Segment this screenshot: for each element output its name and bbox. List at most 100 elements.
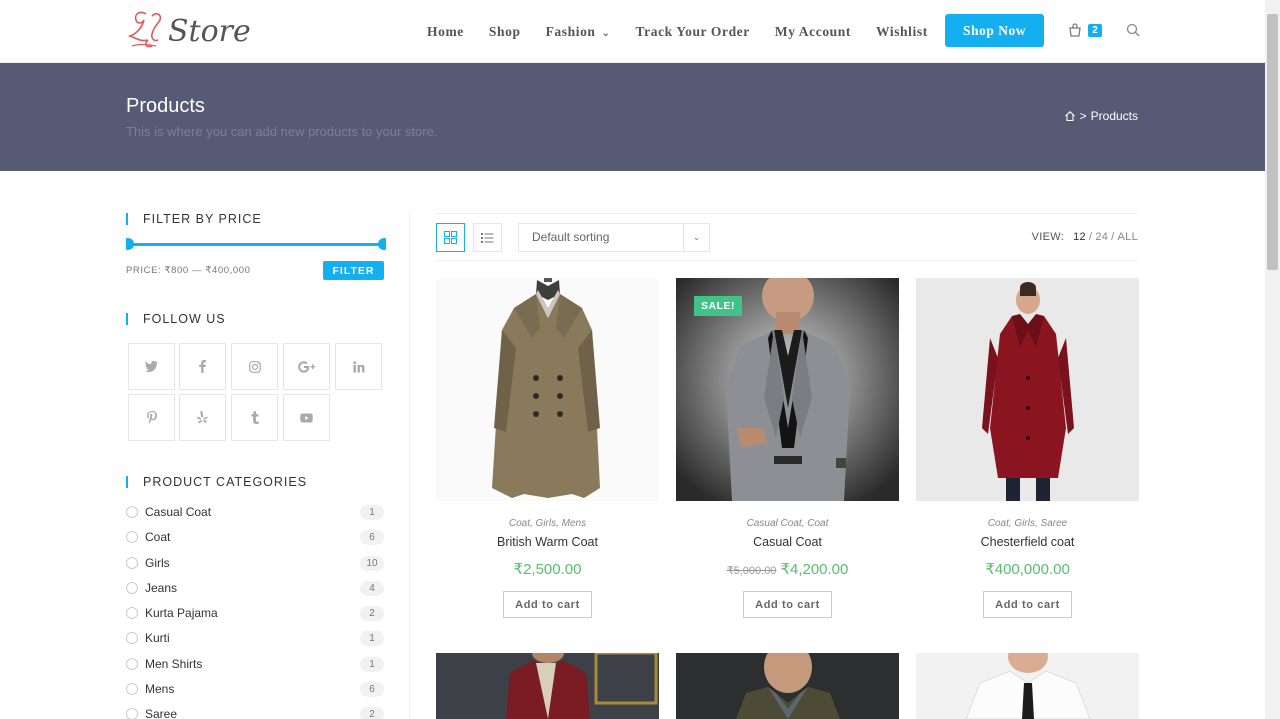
breadcrumb-separator: > <box>1079 109 1087 123</box>
category-item[interactable]: Girls 10 <box>126 554 384 572</box>
category-item[interactable]: Men Shirts 1 <box>126 655 384 673</box>
facebook-link[interactable] <box>179 343 226 390</box>
category-name: Kurta Pajama <box>145 606 218 620</box>
category-name: Men Shirts <box>145 657 203 671</box>
list-view-button[interactable] <box>473 223 502 252</box>
price-slider-min-handle[interactable] <box>126 238 134 250</box>
pinterest-link[interactable] <box>128 394 175 441</box>
category-name: Saree <box>145 707 178 719</box>
category-item[interactable]: Mens 6 <box>126 680 384 698</box>
product-name[interactable]: Chesterfield coat <box>916 535 1139 549</box>
product-image[interactable] <box>916 653 1139 719</box>
category-count: 1 <box>360 656 384 672</box>
yelp-icon <box>197 411 208 424</box>
radio-icon <box>126 557 138 569</box>
nav-shop[interactable]: Shop <box>489 24 521 40</box>
youtube-link[interactable] <box>283 394 330 441</box>
tumblr-link[interactable] <box>231 394 278 441</box>
grid-view-button[interactable] <box>436 223 465 252</box>
category-item[interactable]: Saree 2 <box>126 705 384 719</box>
filter-button[interactable]: FILTER <box>323 261 384 280</box>
category-count: 1 <box>360 630 384 646</box>
store-logo[interactable]: Store <box>126 8 251 54</box>
radio-icon <box>126 607 138 619</box>
product-price: ₹400,000.00 <box>916 560 1139 578</box>
category-item[interactable]: Jeans 4 <box>126 579 384 597</box>
sidebar-divider <box>409 211 410 719</box>
search-icon[interactable] <box>1126 23 1140 37</box>
sale-badge: SALE! <box>694 296 742 316</box>
product-categories-title: PRODUCT CATEGORIES <box>126 476 307 488</box>
view-count-all[interactable]: ALL <box>1118 231 1138 243</box>
shopping-bag-icon <box>1069 23 1081 37</box>
sort-select[interactable]: Default sorting ⌄ <box>518 223 710 252</box>
yelp-link[interactable] <box>179 394 226 441</box>
category-count: 6 <box>360 529 384 545</box>
radio-icon <box>126 632 138 644</box>
jacket-image <box>676 653 899 719</box>
kurta-image <box>436 653 659 719</box>
category-item[interactable]: Coat 6 <box>126 528 384 546</box>
home-icon[interactable] <box>1064 110 1076 122</box>
product-image[interactable] <box>916 278 1139 501</box>
pinterest-icon <box>146 411 157 424</box>
sidebar: FILTER BY PRICE PRICE: ₹800 — ₹400,000 F… <box>126 171 386 719</box>
category-count: 6 <box>360 681 384 697</box>
add-to-cart-button[interactable]: Add to cart <box>503 591 592 618</box>
price-slider-track[interactable] <box>128 243 384 246</box>
nav-home[interactable]: Home <box>427 24 464 40</box>
instagram-link[interactable] <box>231 343 278 390</box>
page-subtitle: This is where you can add new products t… <box>126 124 438 139</box>
category-count: 1 <box>360 504 384 520</box>
add-to-cart-button[interactable]: Add to cart <box>983 591 1072 618</box>
facebook-icon <box>199 360 206 373</box>
radio-icon <box>126 506 138 518</box>
linkedin-link[interactable] <box>335 343 382 390</box>
category-item[interactable]: Kurta Pajama 2 <box>126 604 384 622</box>
instagram-icon <box>248 360 261 373</box>
nav-fashion[interactable]: Fashion ⌄ <box>546 24 611 40</box>
product-image[interactable]: SALE! <box>676 278 899 501</box>
radio-icon <box>126 658 138 670</box>
page-scrollbar[interactable] <box>1265 0 1280 719</box>
view-count-12[interactable]: 12 <box>1073 231 1086 243</box>
product-image[interactable] <box>436 653 659 719</box>
page-header-band: Products This is where you can add new p… <box>0 63 1265 171</box>
category-name: Casual Coat <box>145 505 212 519</box>
grid-icon <box>444 231 457 244</box>
product-image[interactable] <box>436 278 659 501</box>
nav-track-order[interactable]: Track Your Order <box>636 24 750 40</box>
shirt-image <box>916 653 1139 719</box>
product-name[interactable]: Casual Coat <box>676 535 899 549</box>
category-item[interactable]: Casual Coat 1 <box>126 503 384 521</box>
product-price-current: ₹4,200.00 <box>780 561 849 578</box>
youtube-icon <box>300 413 313 422</box>
add-to-cart-button[interactable]: Add to cart <box>743 591 832 618</box>
product-categories: Coat, Girls, Mens <box>508 518 587 529</box>
view-count-24[interactable]: 24 <box>1095 231 1108 243</box>
main-nav: Home Shop Fashion ⌄ Track Your Order My A… <box>427 0 953 63</box>
view-count-label: VIEW: <box>1031 231 1065 243</box>
google-plus-link[interactable] <box>283 343 330 390</box>
price-range-label: PRICE: ₹800 — ₹400,000 <box>126 265 251 276</box>
view-count-separator: / <box>1088 231 1093 243</box>
nav-fashion-label: Fashion <box>545 23 596 39</box>
product-categories: Casual Coat, Coat <box>746 518 829 529</box>
filter-by-price-title: FILTER BY PRICE <box>126 213 262 225</box>
price-slider-max-handle[interactable] <box>378 238 386 250</box>
linkedin-icon <box>352 360 364 372</box>
scrollbar-thumb[interactable] <box>1267 14 1278 270</box>
product-image[interactable] <box>676 653 899 719</box>
product-name[interactable]: British Warm Coat <box>436 535 659 549</box>
breadcrumb: > Products <box>1064 109 1138 123</box>
nav-my-account[interactable]: My Account <box>775 24 851 40</box>
category-name: Coat <box>145 530 171 544</box>
tumblr-icon <box>250 411 259 424</box>
nav-wishlist[interactable]: Wishlist <box>876 24 928 40</box>
twitter-link[interactable] <box>128 343 175 390</box>
category-item[interactable]: Kurti 1 <box>126 629 384 647</box>
category-name: Kurti <box>145 631 170 645</box>
shop-now-button[interactable]: Shop Now <box>945 14 1044 47</box>
cart-button[interactable]: 2 <box>1068 22 1104 40</box>
product-price-old: ₹5,000.00 <box>726 565 777 577</box>
